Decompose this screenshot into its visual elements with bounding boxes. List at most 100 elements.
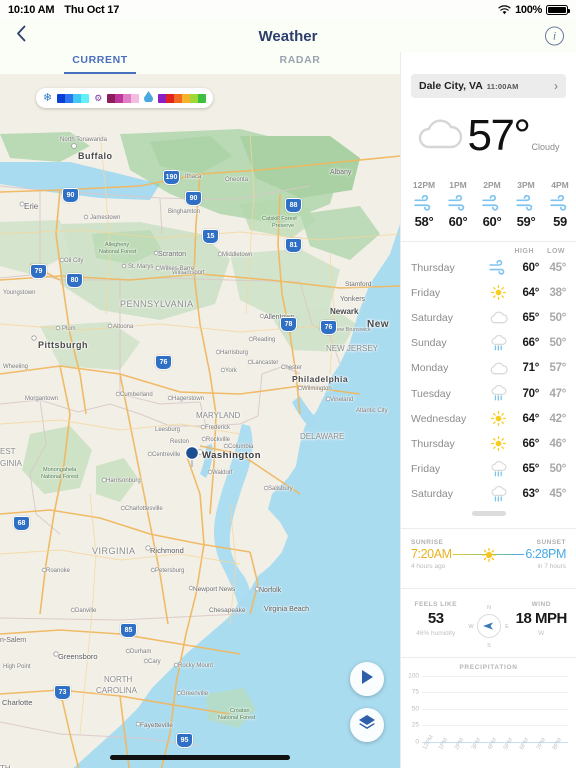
- tab-bar: CURRENT RADAR: [0, 52, 400, 74]
- location-name: Dale City, VA: [419, 80, 483, 92]
- info-icon[interactable]: i: [545, 26, 564, 46]
- sun-icon: [485, 411, 511, 427]
- location-time: 11:00AM: [486, 81, 519, 91]
- interstate-shield-icon: 79: [30, 264, 47, 279]
- day-high: 66°: [522, 337, 540, 350]
- day-name: Friday: [411, 286, 441, 299]
- table-row[interactable]: Monday 71° 57°: [411, 356, 566, 381]
- hourly-item[interactable]: 1PM 60°: [441, 180, 475, 229]
- day-low: 57°: [549, 362, 567, 375]
- table-row[interactable]: Saturday 63° 45°: [411, 482, 566, 507]
- table-row[interactable]: Friday 64° 38°: [411, 280, 566, 305]
- back-button[interactable]: [10, 20, 32, 52]
- low-label: LOW: [547, 248, 565, 255]
- chart-gridline: [422, 692, 568, 694]
- hourly-temp: 58°: [414, 214, 434, 229]
- day-name: Friday: [411, 463, 441, 476]
- interstate-shield-icon: 76: [320, 320, 337, 335]
- interstate-shield-icon: 90: [62, 188, 79, 203]
- day-high: 71°: [522, 362, 540, 375]
- compass-icon: N S E W: [463, 601, 515, 649]
- day-name: Saturday: [411, 488, 454, 501]
- day-low: 50°: [549, 463, 567, 476]
- layers-button[interactable]: [350, 708, 384, 742]
- chart-y-tick: 100: [408, 672, 419, 680]
- interstate-shield-icon: 81: [285, 238, 302, 253]
- day-high: 66°: [522, 437, 540, 450]
- day-name: Monday: [411, 362, 449, 375]
- day-name: Sunday: [411, 337, 447, 350]
- hourly-item[interactable]: 2PM 60°: [475, 180, 509, 229]
- chart-gridline: [422, 675, 568, 677]
- daily-header: HIGH LOW: [411, 248, 566, 255]
- svg-text:N: N: [487, 605, 491, 611]
- main-content: CURRENT RADAR Buffalo North Tonawanda Er…: [0, 52, 576, 768]
- hourly-forecast[interactable]: 12PM 58° 1PM 60° 2PM 60° 3PM 59° 4PM 59: [401, 180, 576, 229]
- day-high: 65°: [522, 463, 540, 476]
- table-row[interactable]: Sunday 66° 50°: [411, 331, 566, 356]
- interstate-shield-icon: 90: [185, 191, 202, 206]
- mix-color-ramp: [107, 93, 140, 103]
- sunset-time: 6:28PM: [525, 546, 566, 561]
- table-row[interactable]: Thursday 60° 45°: [411, 255, 566, 280]
- play-button[interactable]: [350, 662, 384, 696]
- day-name: Thursday: [411, 437, 455, 450]
- chart-x-labels: 12PM 1PM 2PM 3PM 4PM 5PM 6PM 7PM 8PM: [422, 734, 568, 754]
- table-row[interactable]: Friday 65° 50°: [411, 457, 566, 482]
- rain-icon: [485, 385, 511, 402]
- hourly-item[interactable]: 4PM 59: [543, 180, 576, 229]
- cloud-icon: [417, 117, 463, 156]
- divider: [401, 241, 576, 242]
- svg-text:W: W: [468, 624, 474, 630]
- wind-icon: [407, 193, 441, 213]
- cloud-icon: [485, 361, 511, 376]
- location-selector[interactable]: Dale City, VA 11:00AM ›: [411, 74, 566, 98]
- nav-bar: Weather i: [0, 20, 576, 52]
- sun-icon: [485, 436, 511, 452]
- day-low: 38°: [549, 286, 567, 299]
- table-row[interactable]: Thursday 66° 46°: [411, 431, 566, 456]
- sun-arc: [452, 547, 525, 562]
- interstate-shield-icon: 78: [280, 317, 297, 332]
- day-low: 50°: [549, 311, 567, 324]
- wind-icon: [509, 193, 543, 213]
- tab-current[interactable]: CURRENT: [0, 52, 200, 74]
- interstate-shield-icon: 68: [13, 516, 30, 531]
- table-row[interactable]: Tuesday 70° 47°: [411, 381, 566, 406]
- precipitation-title: PRECIPITATION: [459, 663, 518, 671]
- hourly-item[interactable]: 12PM 58°: [407, 180, 441, 229]
- sunrise-sub: 4 hours ago: [411, 562, 446, 570]
- wind-icon: [485, 260, 511, 275]
- tab-radar[interactable]: RADAR: [200, 52, 400, 74]
- current-conditions: 57° Cloudy: [401, 114, 576, 158]
- chevron-right-icon: ›: [554, 79, 558, 93]
- feels-like-value: 53: [427, 609, 444, 627]
- hourly-item[interactable]: 3PM 59°: [509, 180, 543, 229]
- interstate-shield-icon: 73: [54, 685, 71, 700]
- day-low: 42°: [549, 412, 567, 425]
- mix-icon: ⚙: [94, 92, 103, 103]
- table-row[interactable]: Saturday 65° 50°: [411, 305, 566, 330]
- interstate-shield-icon: 85: [120, 623, 137, 638]
- precipitation-chart: PRECIPITATION 0 25 50 75 100 12PM 1PM 2PM 3PM 4PM…: [401, 656, 576, 768]
- daily-forecast: HIGH LOW Thursday 60° 45° Friday 64° 38° Satur…: [401, 248, 576, 507]
- current-temperature: 57°: [467, 111, 531, 160]
- sunrise-label: SUNRISE: [411, 538, 444, 546]
- feels-like-block: FEELS LIKE 53 46% humidity: [409, 601, 463, 637]
- sun-section: SUNRISE SUNSET 7:20AM 6:28PM 4 hours ago: [401, 529, 576, 576]
- rain-icon: [485, 485, 511, 503]
- radar-map[interactable]: Buffalo North Tonawanda Erie Jamestown Alleg…: [0, 74, 400, 768]
- conditions-section: FEELS LIKE 53 46% humidity N S E W WIND …: [401, 589, 576, 657]
- hourly-temp: 59°: [516, 214, 536, 229]
- chart-gridline: [422, 708, 568, 710]
- chart-y-tick: 75: [411, 688, 419, 696]
- table-row[interactable]: Wednesday 64° 42°: [411, 406, 566, 431]
- status-bar: 10:10 AM Thu Oct 17 100%: [0, 0, 576, 20]
- sun-icon: [481, 547, 496, 567]
- panel-grabber[interactable]: [471, 510, 506, 516]
- hourly-time: 12PM: [412, 180, 436, 190]
- rain-icon: [485, 460, 511, 478]
- chevron-left-icon: [16, 25, 26, 47]
- radar-legend: ❄ ⚙: [36, 88, 214, 108]
- interstate-shield-icon: 88: [285, 198, 302, 213]
